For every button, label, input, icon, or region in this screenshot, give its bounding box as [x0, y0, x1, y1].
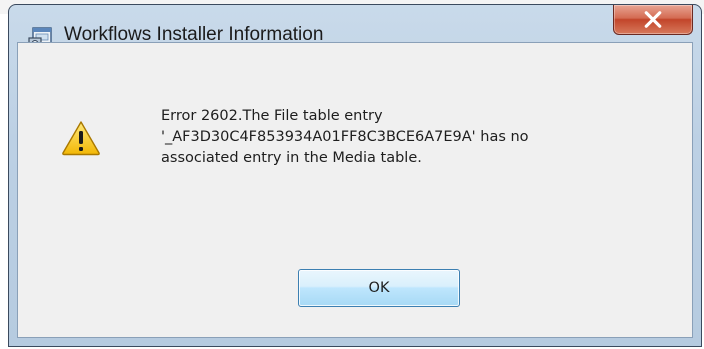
warning-icon: [62, 121, 100, 156]
ok-button[interactable]: OK: [298, 269, 460, 307]
dialog-content: Error 2602.The File table entry '_AF3D30…: [17, 42, 693, 338]
error-message: Error 2602.The File table entry '_AF3D30…: [161, 106, 661, 169]
message-line: '_AF3D30C4F853934A01FF8C3BCE6A7E9A' has …: [161, 129, 529, 145]
close-button[interactable]: [613, 5, 693, 35]
message-line: associated entry in the Media table.: [161, 150, 422, 166]
dialog-window: Workflows Installer Information Error 26…: [8, 4, 702, 347]
message-line: Error 2602.The File table entry: [161, 108, 383, 124]
close-icon: [644, 11, 662, 28]
